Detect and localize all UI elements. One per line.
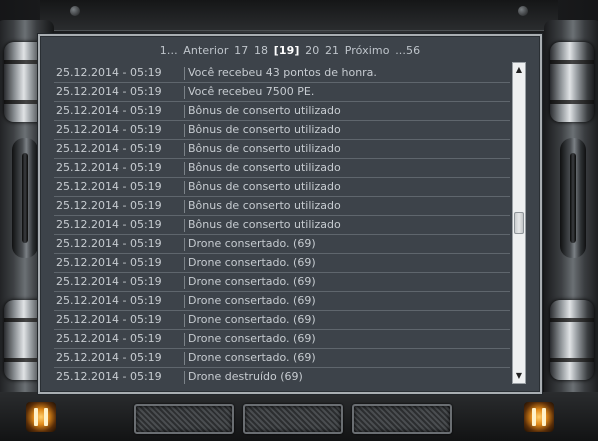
log-message: Bônus de conserto utilizado <box>188 199 341 212</box>
log-list: 25.12.2014 - 05:19 Você recebeu 43 pontos… <box>54 64 510 384</box>
cylinder-icon <box>550 42 594 122</box>
log-message: Drone consertado. (69) <box>188 275 316 288</box>
pagination: 1... Anterior 17 18 [19] 20 21 Próximo .… <box>40 44 540 62</box>
log-date: 25.12.2014 - 05:19 <box>56 370 162 383</box>
orange-light-icon <box>524 402 554 432</box>
cylinder-icon <box>550 300 594 380</box>
log-row: 25.12.2014 - 05:19 Você recebeu 43 pontos… <box>54 64 510 83</box>
log-message: Bônus de conserto utilizado <box>188 218 341 231</box>
log-row: 25.12.2014 - 05:19 Bônus de conserto util… <box>54 197 510 216</box>
column-divider <box>184 181 185 194</box>
log-message: Drone consertado. (69) <box>188 294 316 307</box>
column-divider <box>184 162 185 175</box>
stud-icon <box>70 6 80 16</box>
log-row: 25.12.2014 - 05:19 Bônus de conserto util… <box>54 159 510 178</box>
grille-button-3[interactable] <box>352 404 452 434</box>
column-divider <box>184 314 185 327</box>
right-metal-post <box>544 20 598 420</box>
log-date: 25.12.2014 - 05:19 <box>56 199 162 212</box>
page-last-link[interactable]: ...56 <box>395 44 420 57</box>
log-row: 25.12.2014 - 05:19 Drone destruído (69) <box>54 368 510 384</box>
column-divider <box>184 105 185 118</box>
column-divider <box>184 219 185 232</box>
column-divider <box>184 257 185 270</box>
stud-icon <box>518 6 528 16</box>
column-divider <box>184 352 185 365</box>
column-divider <box>184 67 185 80</box>
log-message: Drone consertado. (69) <box>188 256 316 269</box>
log-date: 25.12.2014 - 05:19 <box>56 351 162 364</box>
scroll-down-arrow-icon[interactable]: ▼ <box>513 370 525 382</box>
log-date: 25.12.2014 - 05:19 <box>56 66 162 79</box>
log-date: 25.12.2014 - 05:19 <box>56 142 162 155</box>
log-date: 25.12.2014 - 05:19 <box>56 85 162 98</box>
page-next-link[interactable]: Próximo <box>345 44 390 57</box>
scroll-up-arrow-icon[interactable]: ▲ <box>513 64 525 76</box>
rail-icon <box>560 138 586 258</box>
page-first-link[interactable]: 1... <box>160 44 178 57</box>
column-divider <box>184 200 185 213</box>
log-row: 25.12.2014 - 05:19 Drone consertado. (69) <box>54 330 510 349</box>
scrollbar-thumb[interactable] <box>514 212 524 234</box>
column-divider <box>184 124 185 137</box>
log-message: Drone consertado. (69) <box>188 351 316 364</box>
page-prev-link[interactable]: Anterior <box>183 44 228 57</box>
game-frame: 1... Anterior 17 18 [19] 20 21 Próximo .… <box>0 0 598 441</box>
page-link-17[interactable]: 17 <box>234 44 248 57</box>
log-date: 25.12.2014 - 05:19 <box>56 104 162 117</box>
log-row: 25.12.2014 - 05:19 Bônus de conserto util… <box>54 140 510 159</box>
log-message: Drone destruído (69) <box>188 370 303 383</box>
top-band <box>40 0 558 31</box>
log-row: 25.12.2014 - 05:19 Você recebeu 7500 PE. <box>54 83 510 102</box>
column-divider <box>184 86 185 99</box>
orange-light-icon <box>26 402 56 432</box>
page-current: [19] <box>273 44 300 57</box>
log-row: 25.12.2014 - 05:19 Drone consertado. (69) <box>54 349 510 368</box>
vertical-scrollbar[interactable]: ▲ ▼ <box>512 62 526 384</box>
log-date: 25.12.2014 - 05:19 <box>56 161 162 174</box>
log-row: 25.12.2014 - 05:19 Drone consertado. (69) <box>54 254 510 273</box>
column-divider <box>184 333 185 346</box>
log-date: 25.12.2014 - 05:19 <box>56 180 162 193</box>
column-divider <box>184 276 185 289</box>
log-panel: 1... Anterior 17 18 [19] 20 21 Próximo .… <box>38 34 542 394</box>
log-message: Bônus de conserto utilizado <box>188 142 341 155</box>
log-date: 25.12.2014 - 05:19 <box>56 123 162 136</box>
log-date: 25.12.2014 - 05:19 <box>56 313 162 326</box>
log-message: Bônus de conserto utilizado <box>188 180 341 193</box>
log-row: 25.12.2014 - 05:19 Drone consertado. (69) <box>54 292 510 311</box>
page-link-21[interactable]: 21 <box>325 44 339 57</box>
column-divider <box>184 238 185 251</box>
log-message: Bônus de conserto utilizado <box>188 161 341 174</box>
page-link-20[interactable]: 20 <box>305 44 319 57</box>
column-divider <box>184 371 185 384</box>
log-message: Você recebeu 7500 PE. <box>188 85 315 98</box>
log-row: 25.12.2014 - 05:19 Bônus de conserto util… <box>54 178 510 197</box>
log-date: 25.12.2014 - 05:19 <box>56 237 162 250</box>
log-message: Drone consertado. (69) <box>188 237 316 250</box>
log-date: 25.12.2014 - 05:19 <box>56 275 162 288</box>
log-date: 25.12.2014 - 05:19 <box>56 294 162 307</box>
column-divider <box>184 295 185 308</box>
log-row: 25.12.2014 - 05:19 Drone consertado. (69) <box>54 235 510 254</box>
log-message: Você recebeu 43 pontos de honra. <box>188 66 377 79</box>
column-divider <box>184 143 185 156</box>
log-row: 25.12.2014 - 05:19 Bônus de conserto util… <box>54 216 510 235</box>
log-message: Bônus de conserto utilizado <box>188 104 341 117</box>
page-link-18[interactable]: 18 <box>254 44 268 57</box>
log-row: 25.12.2014 - 05:19 Bônus de conserto util… <box>54 121 510 140</box>
log-message: Drone consertado. (69) <box>188 313 316 326</box>
grille-button-1[interactable] <box>134 404 234 434</box>
log-row: 25.12.2014 - 05:19 Bônus de conserto util… <box>54 102 510 121</box>
log-date: 25.12.2014 - 05:19 <box>56 332 162 345</box>
log-date: 25.12.2014 - 05:19 <box>56 256 162 269</box>
log-row: 25.12.2014 - 05:19 Drone consertado. (69) <box>54 273 510 292</box>
rail-icon <box>12 138 38 258</box>
log-date: 25.12.2014 - 05:19 <box>56 218 162 231</box>
log-row: 25.12.2014 - 05:19 Drone consertado. (69) <box>54 311 510 330</box>
log-message: Drone consertado. (69) <box>188 332 316 345</box>
grille-button-2[interactable] <box>243 404 343 434</box>
log-message: Bônus de conserto utilizado <box>188 123 341 136</box>
